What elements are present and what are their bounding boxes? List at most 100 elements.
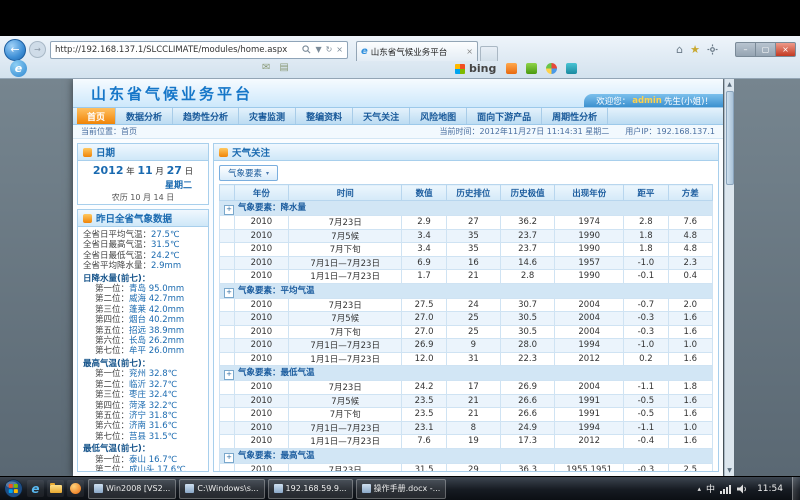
nav-item-3[interactable]: 趋势性分析: [173, 108, 239, 124]
teal-app-icon[interactable]: [566, 63, 577, 74]
window-icon: [94, 484, 103, 493]
table-row[interactable]: 20107月5候23.52126.61991-0.51.6: [220, 394, 713, 408]
orange-app-icon[interactable]: [506, 63, 517, 74]
expand-icon[interactable]: +: [224, 370, 234, 380]
table-section-row[interactable]: +气象要素：最低气温: [220, 366, 713, 381]
scroll-up-icon[interactable]: ▲: [725, 79, 734, 90]
expand-icon[interactable]: +: [224, 205, 234, 215]
network-icon[interactable]: [720, 484, 732, 494]
quick-launch: e: [27, 480, 84, 497]
summary-value: 27.5℃: [151, 230, 179, 240]
table-row[interactable]: 20107月1日—7月23日6.91614.61957-1.02.3: [220, 256, 713, 270]
close-button[interactable]: ×: [776, 42, 796, 57]
weather-panel-title: 昨日全省气象数据: [96, 211, 172, 225]
search-icon[interactable]: [302, 45, 311, 54]
minimize-button[interactable]: –: [735, 42, 756, 57]
pinwheel-icon[interactable]: [546, 63, 557, 74]
document-icon[interactable]: ▤: [279, 63, 288, 73]
ranking-label: 第五位：: [95, 411, 129, 421]
element-filter-button[interactable]: 气象要素 ▾: [219, 165, 278, 181]
table-row[interactable]: 20101月1日—7月23日12.03122.320120.21.6: [220, 352, 713, 366]
taskbar-button-2[interactable]: C:\Windows\s...: [179, 479, 264, 499]
table-row[interactable]: 20101月1日—7月23日1.7212.81990-0.10.4: [220, 270, 713, 284]
table-section-row[interactable]: +气象要素：降水量: [220, 201, 713, 216]
refresh-icon[interactable]: ↻: [326, 45, 333, 54]
nav-item-5[interactable]: 整编资料: [296, 108, 353, 124]
taskbar-button-4[interactable]: 操作手册.docx -...: [356, 479, 447, 499]
table-cell: 2010: [234, 381, 288, 395]
messenger-icon[interactable]: [526, 63, 537, 74]
section-title: 气象要素：平均气温: [238, 286, 315, 296]
forward-button[interactable]: →: [29, 41, 46, 58]
table-cell: 2.5: [668, 463, 712, 471]
ie-taskbar-icon[interactable]: e: [27, 480, 44, 497]
maximize-button[interactable]: ▢: [756, 42, 776, 57]
nav-item-6[interactable]: 天气关注: [353, 108, 410, 124]
nav-item-2[interactable]: 数据分析: [116, 108, 173, 124]
expand-icon[interactable]: +: [224, 453, 234, 463]
back-button[interactable]: ←: [4, 39, 26, 61]
address-bar[interactable]: http://192.168.137.1/SLCCLIMATE/modules/…: [50, 41, 348, 59]
row-icon-cell: [220, 298, 235, 312]
expand-icon[interactable]: +: [224, 288, 234, 298]
table-cell: 1974: [555, 216, 624, 230]
page-scrollbar[interactable]: ▲ ▼: [724, 79, 734, 476]
table-row[interactable]: 20107月23日2.92736.219742.87.6: [220, 216, 713, 230]
scroll-down-icon[interactable]: ▼: [725, 465, 734, 476]
table-cell: 2004: [555, 381, 624, 395]
table-row[interactable]: 20107月1日—7月23日23.1824.91994-1.11.0: [220, 421, 713, 435]
table-row[interactable]: 20107月5候3.43523.719901.84.8: [220, 229, 713, 243]
taskbar-button-1[interactable]: Win2008 [VS2...: [88, 479, 176, 499]
nav-item-9[interactable]: 周期性分析: [542, 108, 608, 124]
explorer-folder-icon[interactable]: [47, 480, 64, 497]
ranking-item: 第一位：泰山 16.7℃: [83, 455, 203, 465]
nav-item-4[interactable]: 灾害监测: [239, 108, 296, 124]
mail-icon[interactable]: ✉: [262, 63, 270, 73]
table-section-row[interactable]: + 气象要素：平均气温: [220, 283, 713, 298]
table-row[interactable]: 20107月1日—7月23日26.9928.01994-1.01.0: [220, 339, 713, 353]
table-cell: 21: [446, 408, 500, 422]
volume-icon[interactable]: [737, 484, 748, 494]
favorites-star-icon[interactable]: ★: [690, 44, 700, 55]
table-row[interactable]: 20107月23日24.21726.92004-1.11.8: [220, 381, 713, 395]
input-method-indicator[interactable]: 中: [706, 482, 715, 495]
browser-tab[interactable]: e 山东省气候业务平台 ×: [356, 41, 478, 61]
table-row[interactable]: 20107月下旬23.52126.61991-0.51.6: [220, 408, 713, 422]
nav-item-7[interactable]: 风险地图: [410, 108, 467, 124]
autocomplete-dropdown-icon[interactable]: ▼: [315, 45, 321, 54]
taskbar-button-3[interactable]: 192.168.59.9...: [268, 479, 353, 499]
table-row[interactable]: 20107月23日27.52430.72004-0.72.0: [220, 298, 713, 312]
start-button[interactable]: [3, 479, 23, 499]
table-section-row[interactable]: +气象要素：最高气温: [220, 448, 713, 463]
table-row[interactable]: 20101月1日—7月23日7.61917.32012-0.41.6: [220, 435, 713, 449]
table-row[interactable]: 20107月下旬3.43523.719901.84.8: [220, 243, 713, 257]
clock[interactable]: 11:54: [757, 484, 783, 494]
new-tab-button[interactable]: [480, 46, 498, 61]
table-row[interactable]: 20107月23日31.52936.31955,1951-0.32.5: [220, 463, 713, 471]
home-icon[interactable]: ⌂: [676, 44, 683, 55]
table-row[interactable]: 20107月5候27.02530.52004-0.31.6: [220, 312, 713, 326]
table-cell: 8: [446, 421, 500, 435]
hidden-icons-arrow[interactable]: ▴: [698, 485, 702, 493]
tab-title: 山东省气候业务平台: [371, 46, 465, 58]
ie-logo-icon[interactable]: e: [10, 60, 27, 77]
table-cell: 27.5: [402, 298, 446, 312]
nav-item-8[interactable]: 面向下游产品: [467, 108, 542, 124]
table-cell: 24.2: [402, 381, 446, 395]
table-cell: 23.7: [500, 229, 554, 243]
media-player-icon[interactable]: [67, 480, 84, 497]
ranking-label: 第一位：: [95, 455, 129, 465]
show-desktop-button[interactable]: [792, 477, 800, 500]
table-row[interactable]: 20107月下旬27.02530.52004-0.31.6: [220, 325, 713, 339]
stop-icon[interactable]: ×: [336, 45, 343, 54]
bing-search[interactable]: bing: [455, 62, 496, 75]
nav-item-1[interactable]: 首页: [77, 108, 116, 124]
settings-gear-icon[interactable]: [707, 44, 718, 55]
address-bar-icons: ▼ ↻ ×: [302, 45, 343, 54]
tab-close-icon[interactable]: ×: [466, 47, 473, 56]
scrollbar-thumb[interactable]: [726, 91, 734, 185]
main-nav: 首页数据分析趋势性分析灾害监测整编资料天气关注风险地图面向下游产品周期性分析: [73, 108, 723, 125]
table-cell: 2010: [234, 256, 288, 270]
summary-value: 2.9mm: [151, 261, 181, 271]
browser-toolbar-right: ⌂ ★ – ▢ ×: [676, 42, 796, 57]
